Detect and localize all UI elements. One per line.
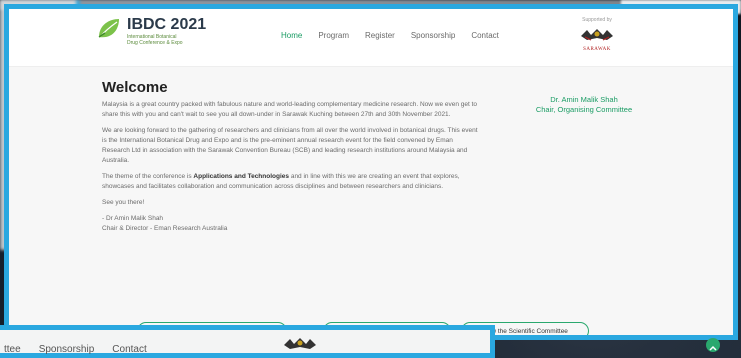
overlay-nav-item: Sponsorship	[38, 344, 95, 355]
overlay-screenshot-bottom: ttee Sponsorship Contact	[0, 325, 495, 358]
sponsor-logo[interactable]: Supported by SARAWAK	[579, 17, 615, 52]
theme-lead: The theme of the conference is	[102, 173, 192, 180]
overlay-sponsor-logo	[280, 336, 320, 354]
welcome-section: Welcome Malaysia is a great country pack…	[102, 79, 482, 240]
main-nav: Home Program Register Sponsorship Contac…	[281, 31, 499, 40]
chair-role: Chair, Organising Committee	[535, 105, 633, 114]
nav-home[interactable]: Home	[281, 31, 302, 40]
brand-logo[interactable]: IBDC 2021 International Botanical Drug C…	[95, 15, 206, 47]
sarawak-emblem-icon	[282, 336, 318, 355]
leaf-logo-icon	[95, 15, 123, 47]
scroll-to-top-button[interactable]	[706, 338, 720, 352]
overlay-nav-item: ttee	[4, 344, 21, 355]
nav-program[interactable]: Program	[318, 31, 349, 40]
nav-sponsorship[interactable]: Sponsorship	[411, 31, 455, 40]
site-header: IBDC 2021 International Botanical Drug C…	[9, 9, 733, 67]
event-paragraph: We are looking forward to the gathering …	[102, 127, 478, 164]
sponsor-caption: Supported by	[582, 17, 612, 23]
chair-name: Dr. Amin Malik Shah	[550, 95, 618, 104]
brand-subtitle-2: Drug Conference & Expo	[127, 40, 183, 46]
theme-highlight: Applications and Technologies	[193, 173, 290, 180]
intro-paragraph: Malaysia is a great country packed with …	[102, 101, 478, 118]
nav-contact[interactable]: Contact	[471, 31, 499, 40]
overlay-nav-item: Contact	[112, 344, 147, 355]
chair-card: Dr. Amin Malik Shah Chair, Organising Co…	[524, 95, 644, 115]
closing-line: See you there!	[102, 199, 145, 206]
signature-name: - Dr Amin Malik Shah	[102, 215, 164, 222]
sarawak-emblem-icon	[579, 27, 615, 46]
nav-register[interactable]: Register	[365, 31, 395, 40]
signature-role: Chair & Director - Eman Research Austral…	[102, 225, 228, 232]
brand-title: IBDC 2021	[127, 16, 207, 33]
overlay-nav: ttee Sponsorship Contact	[4, 344, 147, 355]
theme-paragraph: The theme of the conference is Applicati…	[102, 172, 482, 192]
sponsor-name: SARAWAK	[583, 47, 611, 52]
page-title: Welcome	[102, 79, 168, 96]
chevron-up-icon	[709, 336, 717, 355]
main-window: IBDC 2021 International Botanical Drug C…	[4, 4, 738, 340]
